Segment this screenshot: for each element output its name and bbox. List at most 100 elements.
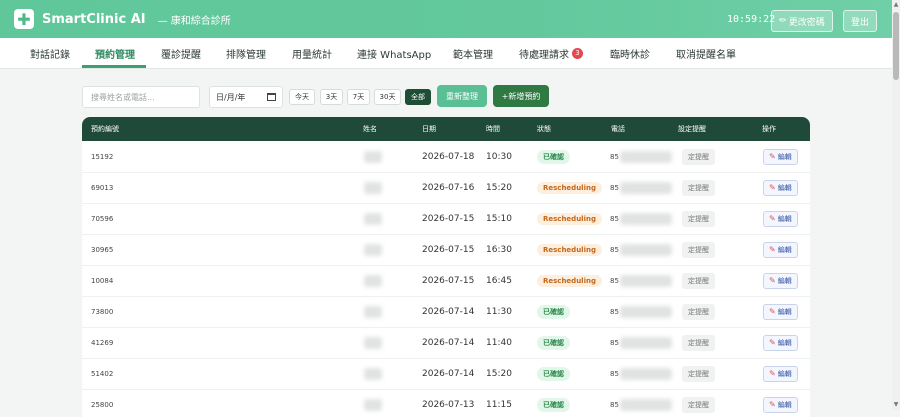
tab-temporary-closure[interactable]: 臨時休診 bbox=[610, 38, 650, 68]
appointment-date: 2026-07-15 bbox=[422, 213, 475, 224]
change-password-label: 更改密碼 bbox=[788, 17, 825, 28]
appointment-time: 11:15 bbox=[486, 399, 512, 410]
date-picker[interactable]: 日/月/年 bbox=[209, 86, 283, 108]
set-reminder-button[interactable]: 定提醒 bbox=[682, 210, 715, 227]
appointments-table: 預約編號 姓名 日期 時間 狀態 電話 設定提醒 操作 15192 2026-07… bbox=[82, 117, 810, 417]
pencil-icon: ✎ bbox=[769, 369, 776, 378]
set-reminder-button[interactable]: 定提醒 bbox=[682, 334, 715, 351]
phone-prefix: 85 bbox=[610, 400, 619, 409]
search-input[interactable] bbox=[82, 86, 200, 108]
edit-button[interactable]: ✎ 編輯 bbox=[763, 365, 798, 382]
new-booking-button[interactable]: +新增預約 bbox=[493, 85, 549, 107]
scroll-up-icon[interactable]: ▲ bbox=[893, 2, 899, 8]
pending-count-badge: 3 bbox=[572, 47, 583, 59]
pencil-icon: ✎ bbox=[769, 152, 776, 161]
filter-3days-button[interactable]: 3天 bbox=[320, 89, 343, 105]
status-badge: Rescheduling bbox=[537, 274, 602, 287]
pencil-icon: ✏ bbox=[779, 16, 787, 26]
appointment-time: 15:20 bbox=[486, 182, 512, 193]
appointment-time: 15:10 bbox=[486, 213, 512, 224]
set-reminder-button[interactable]: 定提醒 bbox=[682, 303, 715, 320]
appointment-time: 11:40 bbox=[486, 337, 512, 348]
calendar-icon[interactable] bbox=[267, 93, 276, 101]
patient-name-redacted bbox=[364, 150, 382, 163]
edit-button[interactable]: ✎ 編輯 bbox=[763, 179, 798, 196]
phone-prefix: 85 bbox=[610, 369, 619, 378]
phone-prefix: 85 bbox=[610, 152, 619, 161]
tab-connect-whatsapp[interactable]: 連接 WhatsApp bbox=[357, 38, 431, 68]
filter-today-button[interactable]: 今天 bbox=[289, 89, 315, 105]
plus-cross-icon: ✚ bbox=[14, 9, 34, 29]
set-reminder-button[interactable]: 定提醒 bbox=[682, 272, 715, 289]
tab-followup-reminders[interactable]: 覆診提醒 bbox=[161, 38, 201, 68]
filter-30days-button[interactable]: 30天 bbox=[374, 89, 401, 105]
booking-id: 69013 bbox=[91, 183, 114, 192]
status-badge: 已確認 bbox=[537, 304, 570, 319]
appointment-time: 16:30 bbox=[486, 244, 512, 255]
phone-prefix: 85 bbox=[610, 276, 619, 285]
set-reminder-button[interactable]: 定提醒 bbox=[682, 241, 715, 258]
phone-redacted bbox=[619, 181, 672, 194]
pencil-icon: ✎ bbox=[769, 307, 776, 316]
filter-7days-button[interactable]: 7天 bbox=[347, 89, 370, 105]
tab-conversations[interactable]: 對話記錄 bbox=[30, 38, 70, 68]
appointment-date: 2026-07-13 bbox=[422, 399, 475, 410]
pencil-icon: ✎ bbox=[769, 214, 776, 223]
booking-id: 15192 bbox=[91, 152, 114, 161]
phone-redacted bbox=[619, 243, 672, 256]
tab-pending-requests[interactable]: 待處理請求 3 bbox=[519, 38, 583, 68]
set-reminder-button[interactable]: 定提醒 bbox=[682, 396, 715, 413]
appointment-date: 2026-07-15 bbox=[422, 244, 475, 255]
patient-name-redacted bbox=[364, 367, 382, 380]
patient-name-redacted bbox=[364, 243, 382, 256]
edit-button[interactable]: ✎ 編輯 bbox=[763, 241, 798, 258]
appointment-date: 2026-07-14 bbox=[422, 368, 475, 379]
set-reminder-button[interactable]: 定提醒 bbox=[682, 148, 715, 165]
col-date: 日期 bbox=[422, 125, 436, 133]
scroll-down-icon[interactable]: ▼ bbox=[893, 402, 899, 408]
patient-name-redacted bbox=[364, 336, 382, 349]
tab-templates[interactable]: 範本管理 bbox=[453, 38, 493, 68]
patient-name-redacted bbox=[364, 212, 382, 225]
appointment-date: 2026-07-14 bbox=[422, 306, 475, 317]
booking-id: 10084 bbox=[91, 276, 114, 285]
edit-button[interactable]: ✎ 編輯 bbox=[763, 303, 798, 320]
phone-prefix: 85 bbox=[610, 214, 619, 223]
edit-button[interactable]: ✎ 編輯 bbox=[763, 210, 798, 227]
status-badge: 已確認 bbox=[537, 335, 570, 350]
tab-appointments[interactable]: 預約管理 bbox=[95, 38, 135, 68]
set-reminder-button[interactable]: 定提醒 bbox=[682, 365, 715, 382]
booking-id: 41269 bbox=[91, 338, 114, 347]
edit-button[interactable]: ✎ 編輯 bbox=[763, 334, 798, 351]
status-badge: Rescheduling bbox=[537, 243, 602, 256]
scrollbar-thumb[interactable] bbox=[893, 12, 899, 80]
tab-queue-management[interactable]: 排隊管理 bbox=[226, 38, 266, 68]
patient-name-redacted bbox=[364, 398, 382, 411]
phone-redacted bbox=[619, 212, 672, 225]
appointment-time: 11:30 bbox=[486, 306, 512, 317]
status-badge: 已確認 bbox=[537, 366, 570, 381]
pencil-icon: ✎ bbox=[769, 245, 776, 254]
edit-button[interactable]: ✎ 編輯 bbox=[763, 396, 798, 413]
set-reminder-button[interactable]: 定提醒 bbox=[682, 179, 715, 196]
phone-redacted bbox=[619, 367, 672, 380]
table-header: 預約編號 姓名 日期 時間 狀態 電話 設定提醒 操作 bbox=[82, 117, 810, 141]
logout-button[interactable]: 登出 bbox=[843, 10, 877, 32]
edit-button[interactable]: ✎ 編輯 bbox=[763, 148, 798, 165]
phone-redacted bbox=[619, 150, 672, 163]
status-badge: Rescheduling bbox=[537, 212, 602, 225]
table-row: 51402 2026-07-14 15:20 已確認 85 定提醒 ✎ 編輯 bbox=[82, 358, 810, 390]
filter-all-button[interactable]: 全部 bbox=[405, 89, 431, 105]
pencil-icon: ✎ bbox=[769, 183, 776, 192]
booking-id: 73800 bbox=[91, 307, 114, 316]
table-row: 41269 2026-07-14 11:40 已確認 85 定提醒 ✎ 編輯 bbox=[82, 327, 810, 359]
booking-id: 70596 bbox=[91, 214, 114, 223]
tab-reminder-cancel-list[interactable]: 取消提醒名單 bbox=[676, 38, 736, 68]
change-password-button[interactable]: ✏ 更改密碼 bbox=[771, 10, 833, 32]
appointment-date: 2026-07-14 bbox=[422, 337, 475, 348]
refresh-button[interactable]: 重新整理 bbox=[437, 85, 487, 107]
tab-usage-stats[interactable]: 用量統計 bbox=[292, 38, 332, 68]
appointment-time: 15:20 bbox=[486, 368, 512, 379]
edit-button[interactable]: ✎ 編輯 bbox=[763, 272, 798, 289]
phone-prefix: 85 bbox=[610, 183, 619, 192]
